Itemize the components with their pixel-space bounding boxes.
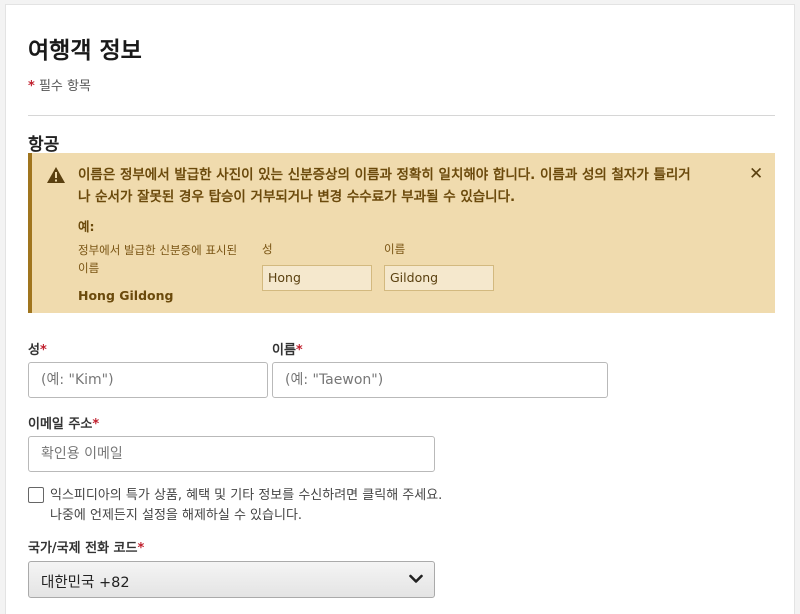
last-name-label: 성* <box>28 339 47 358</box>
phone-code-selected: 대한민국 +82 <box>41 575 130 591</box>
marketing-checkbox[interactable] <box>28 487 44 503</box>
email-input[interactable] <box>28 436 435 472</box>
name-warning-alert: 이름은 정부에서 발급한 사진이 있는 신분증상의 이름과 정확히 일치해야 합… <box>28 153 775 313</box>
required-star: * <box>28 79 35 94</box>
required-star: * <box>39 343 47 358</box>
email-label: 이메일 주소* <box>28 413 99 432</box>
example-first-name-label: 이름 <box>384 242 406 256</box>
close-icon[interactable]: ✕ <box>749 164 763 184</box>
first-name-input[interactable] <box>272 362 608 398</box>
example-label: 예: <box>78 219 95 234</box>
phone-code-label-text: 국가/국제 전화 코드 <box>28 541 138 556</box>
required-star: * <box>92 417 100 432</box>
required-note-text: 필수 항목 <box>34 79 91 94</box>
example-last-name-box: Hong <box>262 265 372 291</box>
divider <box>28 115 775 116</box>
required-star: * <box>295 343 303 358</box>
required-star: * <box>137 541 145 556</box>
warning-icon <box>47 167 65 183</box>
alert-message: 이름은 정부에서 발급한 사진이 있는 신분증상의 이름과 정확히 일치해야 합… <box>78 167 691 205</box>
required-note: * 필수 항목 <box>28 75 91 94</box>
phone-code-select[interactable]: 대한민국 +82 <box>28 561 435 598</box>
marketing-checkbox-label[interactable]: 익스피디아의 특가 상품, 혜택 및 기타 정보를 수신하려면 클릭해 주세요.… <box>50 486 450 526</box>
last-name-label-text: 성 <box>28 343 40 358</box>
first-name-label-text: 이름 <box>272 343 296 358</box>
chevron-down-icon <box>409 574 423 583</box>
last-name-input[interactable] <box>28 362 268 398</box>
email-label-text: 이메일 주소 <box>28 417 93 432</box>
traveler-info-card: 여행객 정보 * 필수 항목 항공 이름은 정부에서 발급한 사진이 있는 신분… <box>5 4 795 614</box>
first-name-label: 이름* <box>272 339 303 358</box>
section-title: 항공 <box>28 135 60 155</box>
example-description: 정부에서 발급한 신분증에 표시된 이름 <box>78 243 238 275</box>
example-last-name-label: 성 <box>262 242 273 256</box>
phone-code-label: 국가/국제 전화 코드* <box>28 537 144 556</box>
example-full-name: Hong Gildong <box>78 288 174 303</box>
page-title: 여행객 정보 <box>28 38 142 64</box>
example-first-name-box: Gildong <box>384 265 494 291</box>
